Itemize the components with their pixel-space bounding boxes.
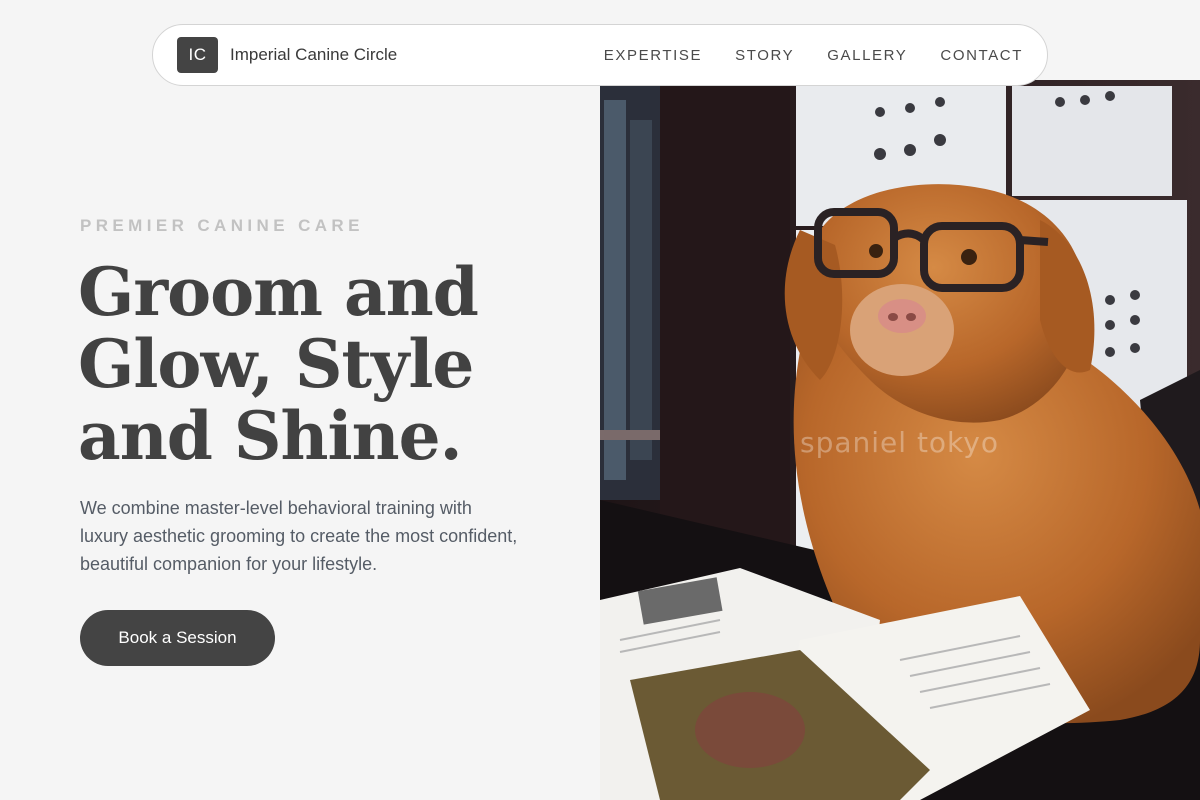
- hero-description: We combine master-level behavioral train…: [80, 498, 518, 574]
- top-nav: IC Imperial Canine Circle EXPERTISE STOR…: [152, 24, 1048, 86]
- nav-link-contact[interactable]: CONTACT: [940, 47, 1023, 64]
- brand-logo[interactable]: IC: [177, 37, 218, 73]
- hero-eyebrow: PREMIER CANINE CARE: [80, 216, 364, 235]
- headline-line: Groom and: [78, 253, 479, 331]
- brand-name[interactable]: Imperial Canine Circle: [230, 45, 397, 65]
- book-session-button[interactable]: Book a Session: [80, 610, 275, 666]
- nav-link-gallery[interactable]: GALLERY: [827, 47, 907, 64]
- photo-watermark: spaniel tokyo: [800, 426, 999, 459]
- nav-links: EXPERTISE STORY GALLERY CONTACT: [604, 47, 1023, 64]
- headline-line: and Shine.: [78, 397, 463, 475]
- nav-link-expertise[interactable]: EXPERTISE: [604, 47, 702, 64]
- headline-line: Glow, Style: [78, 325, 474, 403]
- hero-headline: Groom and Glow, Style and Shine.: [78, 256, 578, 472]
- hero-photo: spaniel tokyo: [600, 80, 1200, 800]
- nav-link-story[interactable]: STORY: [735, 47, 794, 64]
